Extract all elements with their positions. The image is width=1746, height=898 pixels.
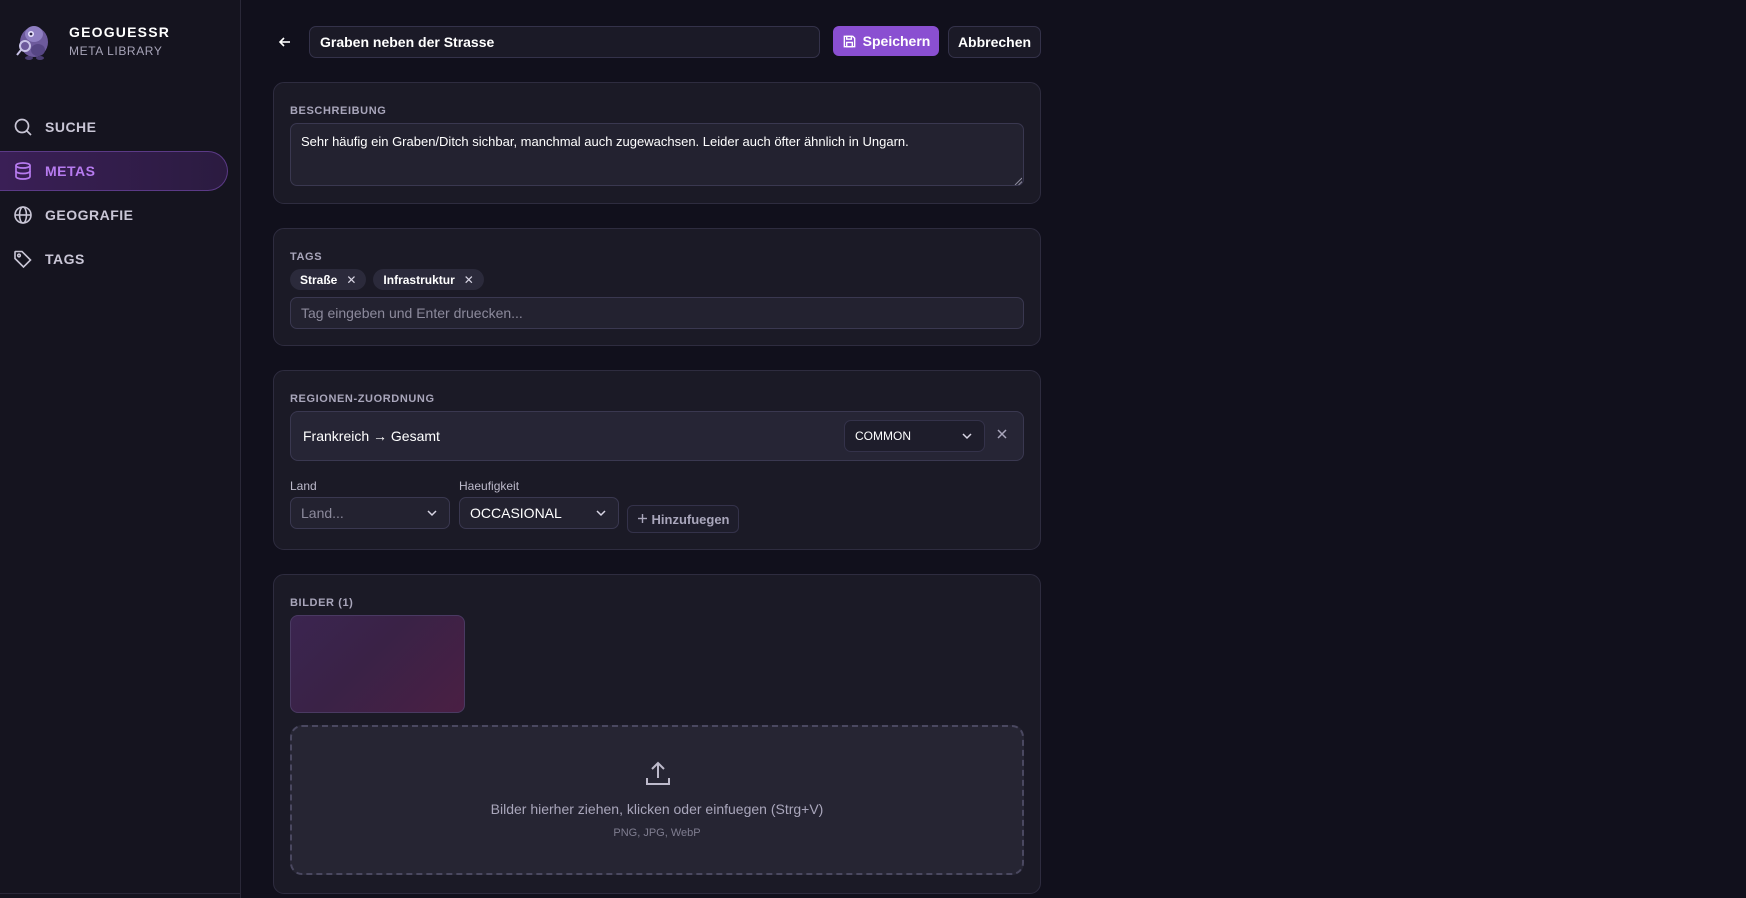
dropzone-text: Bilder hierher ziehen, klicken oder einf… bbox=[490, 801, 824, 817]
sidebar-item-suche[interactable]: SUCHE bbox=[0, 107, 228, 147]
region-assignment-card: REGIONEN-ZUORDNUNG Frankreich → Gesamt C… bbox=[273, 370, 1041, 550]
sidebar-item-geografie[interactable]: GEOGRAFIE bbox=[0, 195, 228, 235]
land-label: Land bbox=[290, 479, 317, 493]
tag-chip: Infrastruktur ✕ bbox=[373, 269, 484, 290]
globe-icon bbox=[13, 205, 33, 225]
sidebar-divider bbox=[0, 893, 240, 894]
land-placeholder: Land... bbox=[301, 505, 344, 521]
tag-chip-label: Straße bbox=[300, 272, 338, 287]
back-button[interactable] bbox=[273, 26, 297, 58]
images-card: BILDER (1) Bilder hierher ziehen, klicke… bbox=[273, 574, 1041, 894]
dropzone-formats: PNG, JPG, WebP bbox=[613, 827, 701, 839]
tag-chip-label: Infrastruktur bbox=[383, 272, 455, 287]
tags-label: TAGS bbox=[290, 251, 323, 263]
arrow-left-icon bbox=[278, 37, 290, 47]
search-icon bbox=[13, 117, 33, 137]
add-region-button[interactable]: Hinzufuegen bbox=[627, 505, 739, 533]
tag-icon bbox=[13, 249, 33, 269]
region-assignment-label: REGIONEN-ZUORDNUNG bbox=[290, 393, 435, 405]
add-region-label: Hinzufuegen bbox=[651, 511, 730, 527]
remove-tag-icon[interactable]: ✕ bbox=[464, 273, 474, 287]
sidebar-item-label: METAS bbox=[45, 163, 96, 179]
region-frequency-select[interactable]: COMMON bbox=[844, 420, 985, 452]
sidebar-item-label: TAGS bbox=[45, 251, 85, 267]
description-textarea[interactable]: Sehr häufig ein Graben/Ditch sichbar, ma… bbox=[290, 123, 1024, 186]
mascot-logo-icon bbox=[14, 20, 54, 62]
sidebar-nav: SUCHE METAS GEOGRAFIE TAGS bbox=[0, 107, 241, 283]
brand-title: GEOGUESSR bbox=[69, 24, 171, 40]
description-label: BESCHREIBUNG bbox=[290, 105, 387, 117]
database-icon bbox=[13, 161, 33, 181]
region-frequency-value: COMMON bbox=[855, 429, 911, 443]
sidebar-item-label: GEOGRAFIE bbox=[45, 207, 134, 223]
tag-chip: Straße ✕ bbox=[290, 269, 367, 290]
remove-tag-icon[interactable]: ✕ bbox=[346, 273, 356, 287]
save-icon bbox=[842, 34, 857, 49]
description-card: BESCHREIBUNG Sehr häufig ein Graben/Ditc… bbox=[273, 82, 1041, 204]
save-label: Speichern bbox=[862, 33, 931, 49]
chevron-down-icon bbox=[425, 506, 439, 520]
sidebar: GEOGUESSR META LIBRARY SUCHE METAS GEOGR… bbox=[0, 0, 241, 898]
region-assignment-row: Frankreich → Gesamt COMMON bbox=[290, 411, 1024, 461]
images-label: BILDER (1) bbox=[290, 597, 354, 609]
cancel-button[interactable]: Abbrechen bbox=[948, 26, 1041, 58]
image-dropzone[interactable]: Bilder hierher ziehen, klicken oder einf… bbox=[290, 725, 1024, 875]
tag-list: Straße ✕ Infrastruktur ✕ bbox=[290, 269, 491, 290]
editor-toolbar: Speichern Abbrechen bbox=[273, 26, 1041, 58]
frequency-label: Haeufigkeit bbox=[459, 479, 520, 493]
save-button[interactable]: Speichern bbox=[833, 26, 939, 56]
tag-input[interactable] bbox=[290, 297, 1024, 329]
remove-region-icon[interactable] bbox=[996, 428, 1008, 440]
frequency-value: OCCASIONAL bbox=[470, 505, 562, 521]
upload-icon bbox=[646, 761, 670, 785]
meta-title-input[interactable] bbox=[309, 26, 820, 58]
region-name: Frankreich → Gesamt bbox=[303, 428, 440, 444]
tags-card: TAGS Straße ✕ Infrastruktur ✕ bbox=[273, 228, 1041, 346]
land-select[interactable]: Land... bbox=[290, 497, 450, 529]
resize-grip-icon[interactable] bbox=[1014, 177, 1022, 185]
plus-icon bbox=[637, 511, 648, 527]
app-root: GEOGUESSR META LIBRARY SUCHE METAS GEOGR… bbox=[0, 0, 1746, 898]
brand-subtitle: META LIBRARY bbox=[69, 44, 163, 58]
image-thumbnail[interactable] bbox=[290, 615, 465, 713]
brand-text: GEOGUESSR META LIBRARY bbox=[69, 24, 170, 58]
sidebar-item-metas[interactable]: METAS bbox=[0, 151, 228, 191]
frequency-select[interactable]: OCCASIONAL bbox=[459, 497, 619, 529]
sidebar-item-label: SUCHE bbox=[45, 119, 97, 135]
chevron-down-icon bbox=[594, 506, 608, 520]
brand[interactable]: GEOGUESSR META LIBRARY bbox=[14, 20, 170, 62]
chevron-down-icon bbox=[960, 429, 974, 443]
sidebar-item-tags[interactable]: TAGS bbox=[0, 239, 228, 279]
